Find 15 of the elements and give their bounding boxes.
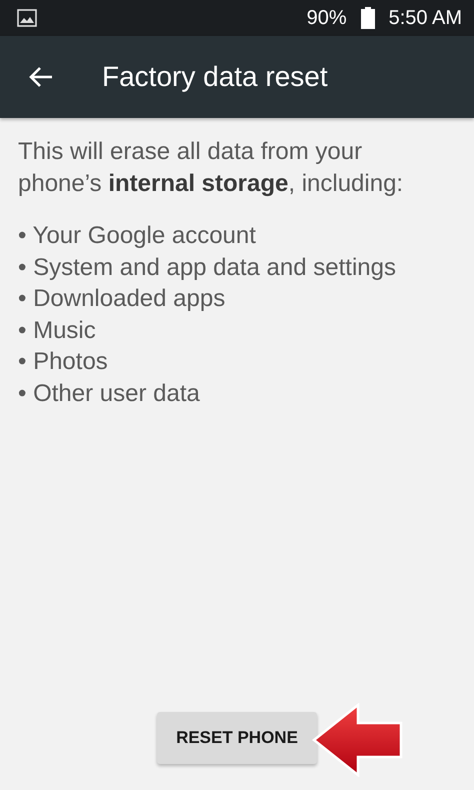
back-arrow-icon xyxy=(28,65,54,89)
battery-percent: 90% xyxy=(306,6,347,30)
screen-title: Factory data reset xyxy=(102,61,328,93)
battery-icon xyxy=(360,7,375,29)
gallery-icon xyxy=(17,9,37,27)
list-item: • System and app data and settings xyxy=(18,252,397,282)
list-item: • Photos xyxy=(18,347,109,377)
pointer-arrow-icon xyxy=(312,703,404,777)
reset-phone-button[interactable]: RESET PHONE xyxy=(157,712,317,764)
clock-time: 5:50 AM xyxy=(388,6,462,30)
list-item: • Your Google account xyxy=(18,221,257,251)
list-item: • Other user data xyxy=(18,378,201,408)
list-item: • Music xyxy=(18,316,97,346)
intro-text: This will erase all data from your phone’s internal storage, including: xyxy=(18,137,404,199)
list-item: • Downloaded apps xyxy=(18,284,226,314)
